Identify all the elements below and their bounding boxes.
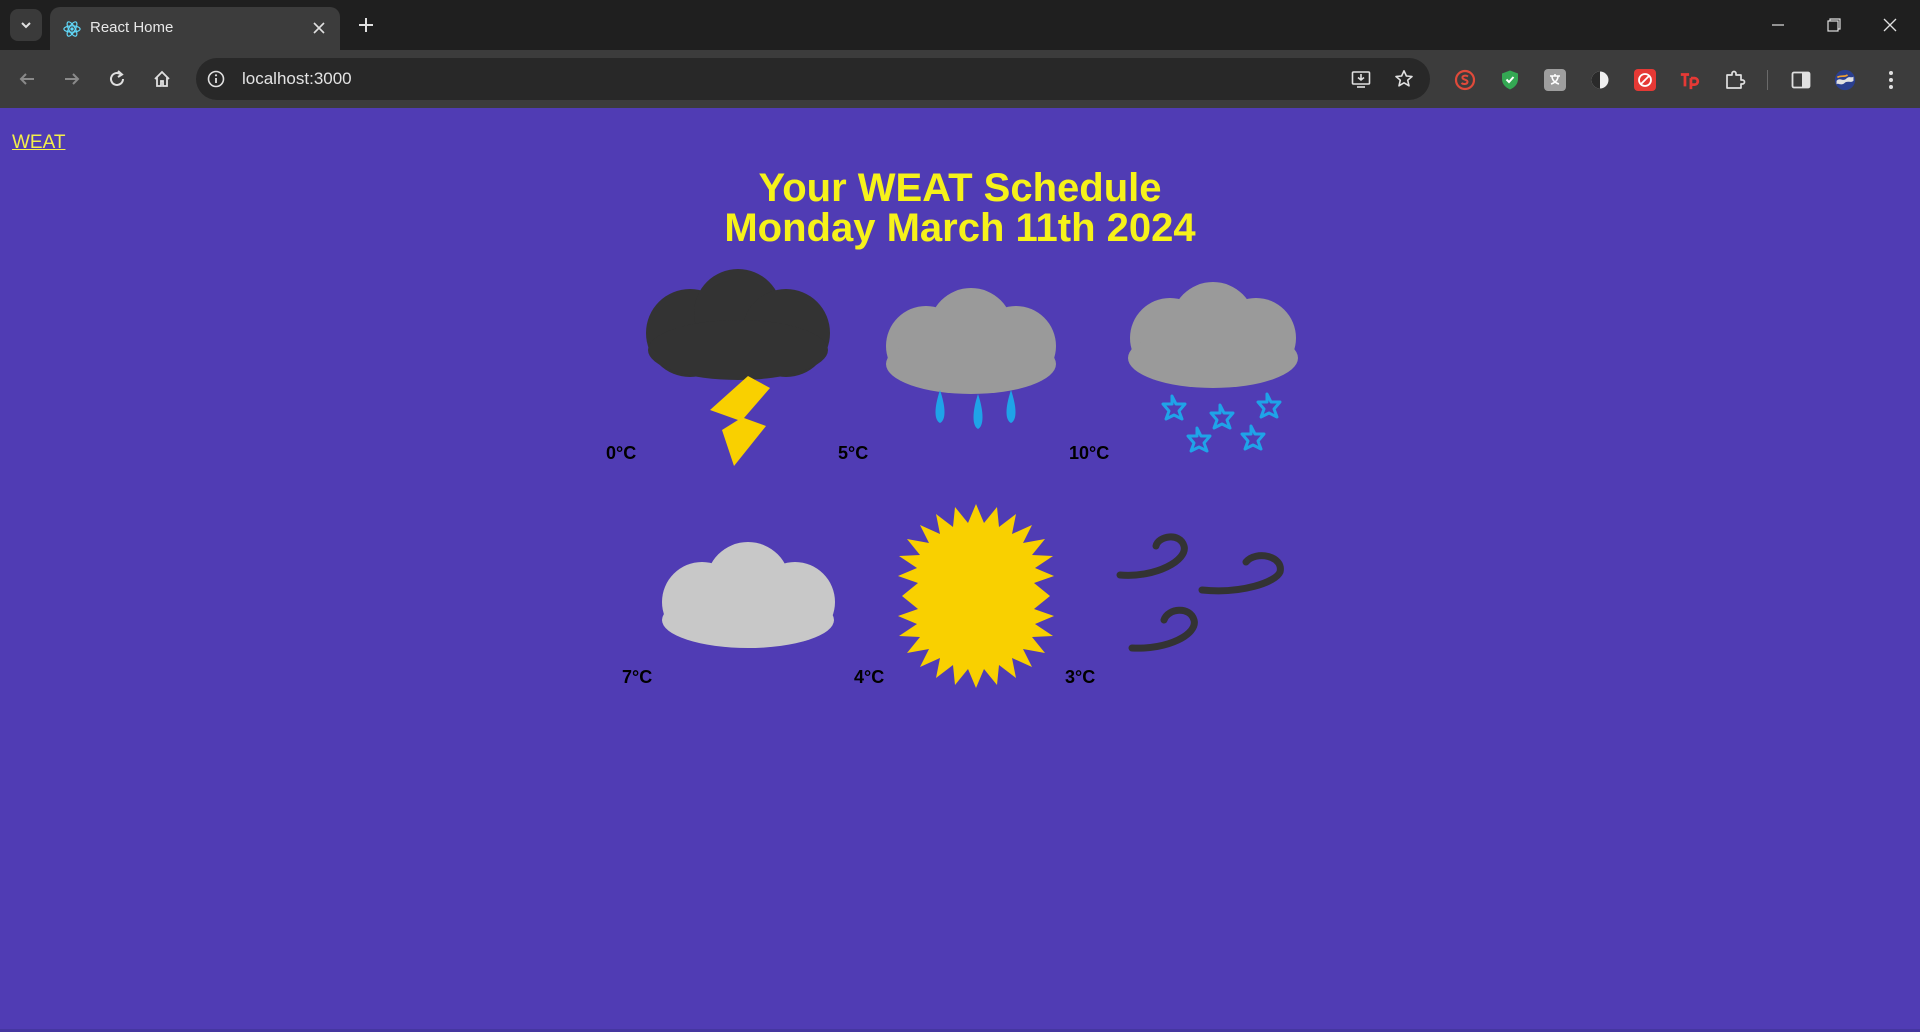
home-button[interactable] bbox=[147, 64, 177, 94]
home-icon bbox=[154, 70, 170, 87]
arrow-right-icon bbox=[65, 73, 80, 85]
star-icon bbox=[1395, 70, 1413, 87]
block-icon bbox=[1638, 73, 1652, 87]
profile-button[interactable] bbox=[1834, 69, 1856, 91]
plus-icon bbox=[359, 18, 373, 32]
back-button[interactable] bbox=[12, 64, 42, 94]
translate-icon bbox=[1550, 74, 1560, 85]
tab-close-button[interactable] bbox=[310, 19, 328, 37]
new-tab-button[interactable] bbox=[352, 11, 380, 39]
install-icon bbox=[1351, 71, 1371, 88]
tab-search-button[interactable] bbox=[10, 9, 42, 41]
dark-mode-icon bbox=[1591, 71, 1609, 89]
browser-menu-button[interactable] bbox=[1880, 69, 1902, 91]
close-icon bbox=[313, 22, 325, 34]
close-icon bbox=[1883, 18, 1897, 32]
forecast-temp-6: 3°C bbox=[1065, 667, 1096, 687]
info-icon bbox=[207, 70, 225, 88]
reload-button[interactable] bbox=[102, 64, 132, 94]
browser-toolbar: localhost:3000 bbox=[0, 50, 1920, 108]
browser-tab-bar: React Home bbox=[0, 0, 1920, 50]
rain-icon bbox=[886, 288, 1056, 429]
forecast-temp-5: 4°C bbox=[854, 667, 885, 687]
browser-tab[interactable]: React Home bbox=[50, 7, 340, 50]
puzzle-icon bbox=[1726, 70, 1746, 89]
forecast-temp-4: 7°C bbox=[622, 667, 653, 687]
reload-icon bbox=[110, 70, 124, 86]
extension-button[interactable] bbox=[1634, 69, 1656, 91]
extension-button[interactable] bbox=[1544, 69, 1566, 91]
install-app-button[interactable] bbox=[1350, 68, 1372, 90]
schedule-date: Monday March 11th 2024 bbox=[724, 206, 1196, 250]
minimize-button[interactable] bbox=[1750, 0, 1806, 50]
forward-button[interactable] bbox=[57, 64, 87, 94]
schedule-title: Your WEAT Schedule bbox=[758, 166, 1162, 210]
extension-button[interactable] bbox=[1499, 69, 1521, 91]
extensions-menu-button[interactable] bbox=[1724, 69, 1746, 91]
chevron-down-icon bbox=[21, 22, 31, 29]
restore-button[interactable] bbox=[1806, 0, 1862, 50]
arrow-left-icon bbox=[19, 73, 34, 85]
shield-icon bbox=[1502, 70, 1518, 90]
site-info-button[interactable] bbox=[206, 69, 226, 89]
forecast-temp-3: 10°C bbox=[1069, 443, 1110, 463]
restore-icon bbox=[1827, 18, 1841, 32]
react-icon bbox=[63, 21, 81, 37]
bookmark-button[interactable] bbox=[1393, 68, 1415, 90]
minimize-icon bbox=[1772, 24, 1784, 26]
s-shield-icon bbox=[1454, 69, 1476, 91]
tab-title: React Home bbox=[90, 19, 174, 36]
url-text: localhost:3000 bbox=[242, 69, 352, 88]
page-title: Your WEAT Schedule Monday March 11th 202… bbox=[0, 168, 1920, 248]
close-window-button[interactable] bbox=[1862, 0, 1918, 50]
snow-icon bbox=[1128, 282, 1298, 453]
extension-button[interactable] bbox=[1589, 69, 1611, 91]
forecast-temp-1: 0°C bbox=[606, 443, 637, 463]
extension-button[interactable] bbox=[1679, 69, 1701, 91]
avatar bbox=[1834, 69, 1856, 91]
tp-logo-icon bbox=[1680, 73, 1700, 90]
home-nav-link[interactable]: WEAT bbox=[12, 132, 65, 154]
wind-icon bbox=[1116, 533, 1284, 652]
cloudy-icon bbox=[662, 542, 835, 648]
sun-icon bbox=[898, 504, 1054, 688]
page-content: WEAT Your WEAT Schedule Monday March 11t… bbox=[0, 108, 1920, 1032]
side-panel-icon bbox=[1791, 71, 1811, 89]
more-vertical-icon bbox=[1889, 71, 1893, 89]
side-panel-button[interactable] bbox=[1790, 69, 1812, 91]
thunderstorm-icon bbox=[646, 269, 830, 466]
extension-button[interactable] bbox=[1454, 69, 1476, 91]
toolbar-separator bbox=[1767, 70, 1768, 90]
forecast-temp-2: 5°C bbox=[838, 443, 869, 463]
address-bar[interactable]: localhost:3000 bbox=[196, 58, 1430, 100]
